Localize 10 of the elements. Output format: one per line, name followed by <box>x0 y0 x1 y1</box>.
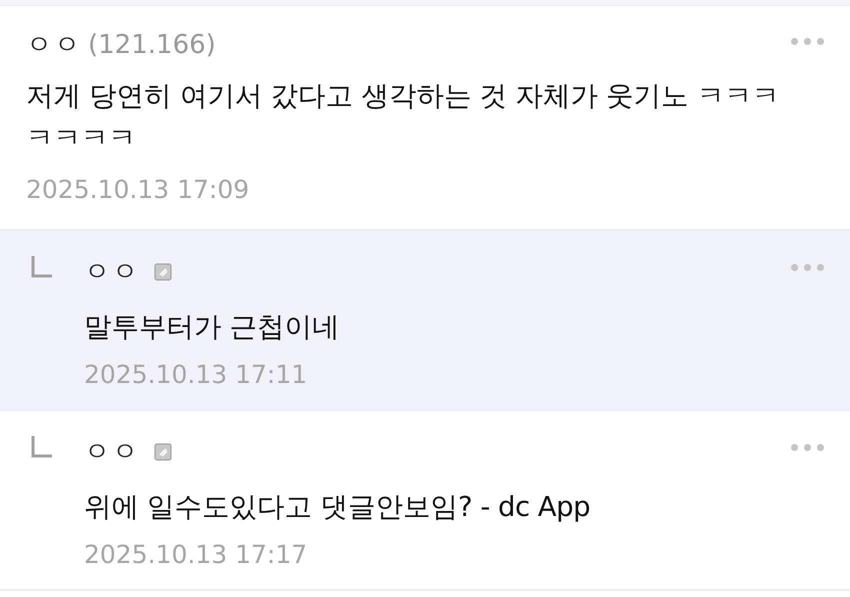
comment-date: 2025.10.13 17:09 <box>26 174 250 206</box>
comment-date: 2025.10.13 17:17 <box>84 538 308 570</box>
nickname[interactable]: ㅇㅇ <box>84 252 140 292</box>
comment-text: 말투부터가 근첩이네 <box>84 310 341 344</box>
comment-text: 위에 일수도있다고 댓글안보임? - dc App <box>84 490 592 524</box>
ip-address: (121.166) <box>88 29 216 62</box>
comment-text: 저게 당연히 여기서 갔다고 생각하는 것 자체가 웃기노 ㅋㅋㅋㅋㅋㅋㅋ <box>26 79 780 156</box>
comment-date: 2025.10.13 17:11 <box>84 358 308 390</box>
nickname[interactable]: ㅇㅇ <box>26 26 82 65</box>
nickname[interactable]: ㅇㅇ <box>84 432 140 472</box>
